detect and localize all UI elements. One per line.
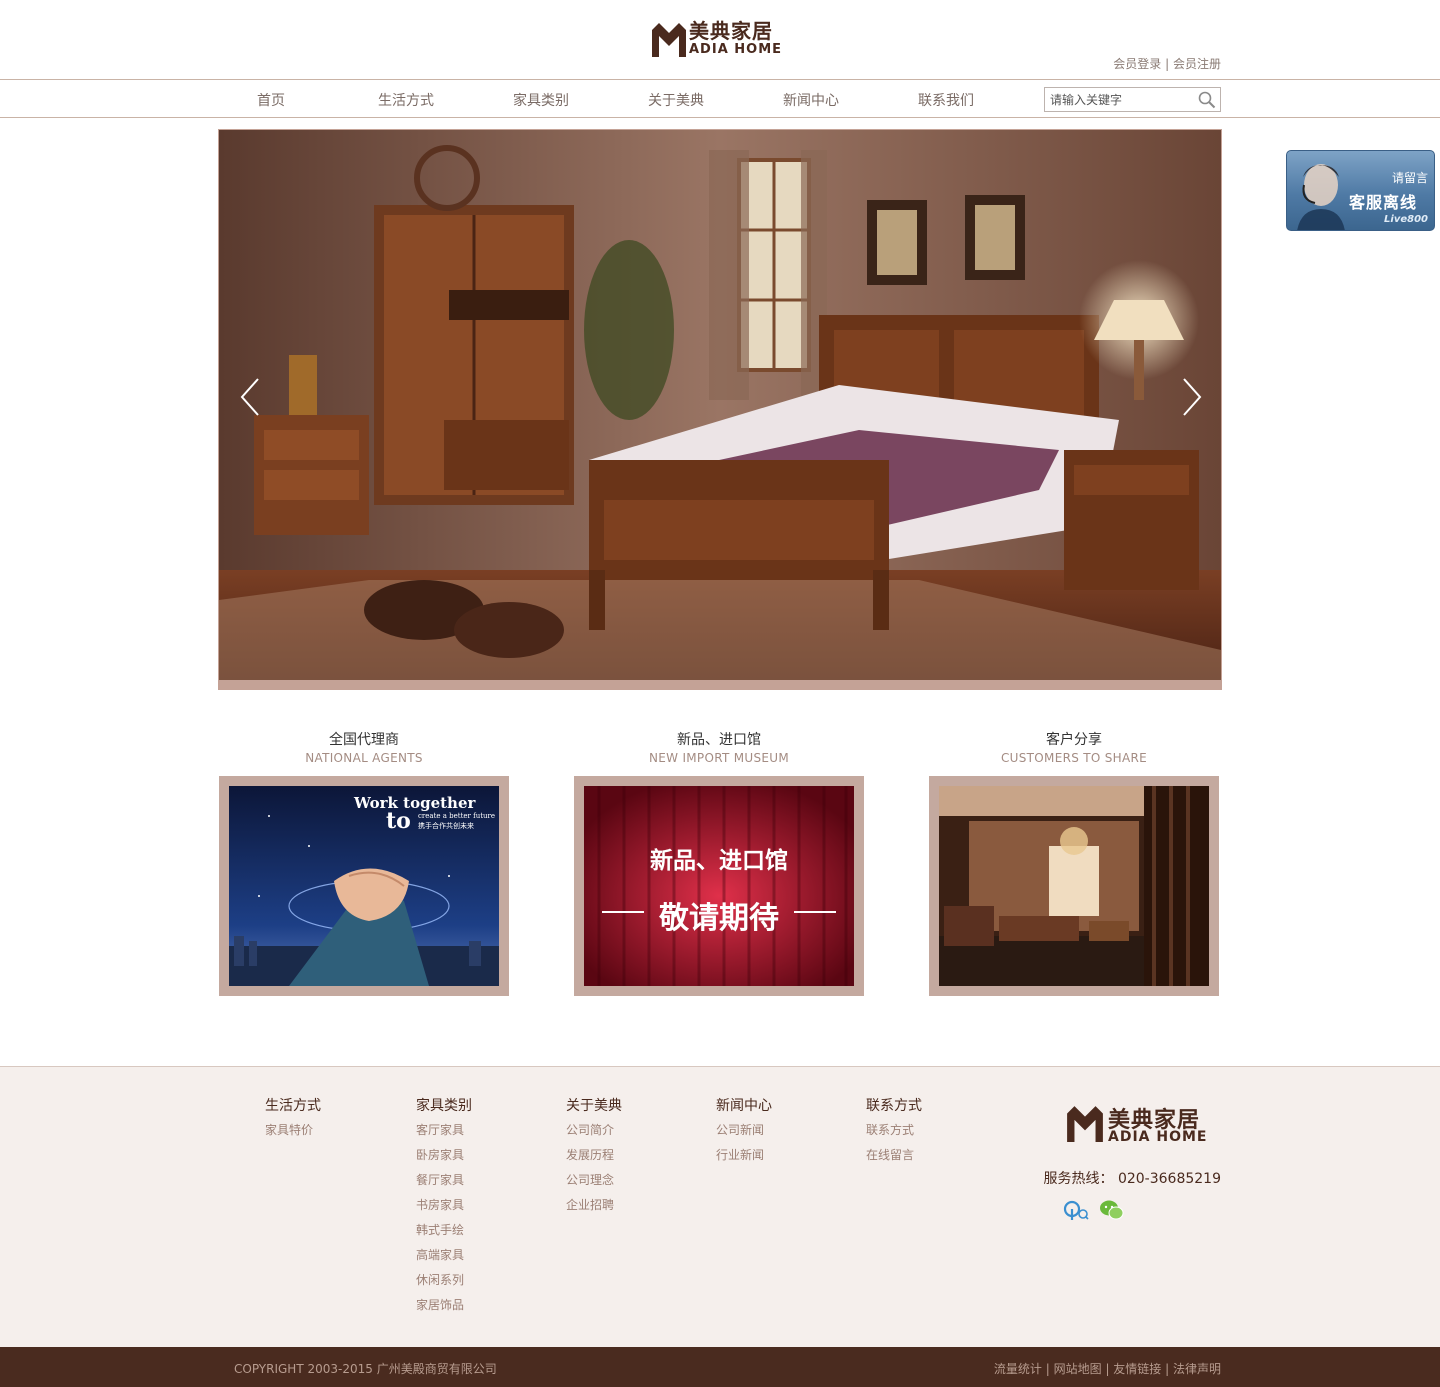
nav-item-home[interactable]: 首页 xyxy=(257,90,285,110)
slider-prev-arrow-icon[interactable] xyxy=(238,377,262,417)
footer-link[interactable]: 发展历程 xyxy=(566,1147,622,1163)
image-caption-stay-tuned: 敬请期待 xyxy=(659,901,779,936)
site-footer: 生活方式 家具特价 家具类别 客厅家具 卧房家具 餐厅家具 书房家具 韩式手绘 … xyxy=(0,1066,1440,1347)
member-register-link[interactable]: 会员注册 xyxy=(1173,57,1221,71)
footer-column-furniture: 家具类别 客厅家具 卧房家具 餐厅家具 书房家具 韩式手绘 高端家具 休闲系列 … xyxy=(416,1097,472,1322)
feature-image-frame[interactable]: Work together to create a better future … xyxy=(219,776,509,996)
footer-link[interactable]: 公司简介 xyxy=(566,1122,622,1138)
footer-column-heading[interactable]: 家具类别 xyxy=(416,1097,472,1115)
member-login-link[interactable]: 会员登录 xyxy=(1113,57,1161,71)
hero-bedroom-image xyxy=(219,130,1221,680)
footer-link[interactable]: 卧房家具 xyxy=(416,1147,472,1163)
footer-link[interactable]: 家具特价 xyxy=(265,1122,321,1138)
nav-item-furniture-categories[interactable]: 家具类别 xyxy=(513,90,569,110)
search-input[interactable] xyxy=(1045,88,1190,111)
bottom-links: 流量统计 | 网站地图 | 友情链接 | 法律声明 xyxy=(994,1360,1221,1377)
live800-brand: Live800 xyxy=(1384,214,1428,225)
feature-subtitle: CUSTOMERS TO SHARE xyxy=(1000,751,1148,765)
feature-new-import-museum: 新品、进口馆 NEW IMPORT MUSEUM 新品、进口馆 敬请期待 xyxy=(574,732,864,996)
logo-m-icon xyxy=(1067,1106,1103,1142)
feature-image-frame[interactable]: 新品、进口馆 敬请期待 xyxy=(574,776,864,996)
search-box xyxy=(1044,87,1221,112)
footer-link[interactable]: 公司新闻 xyxy=(716,1122,772,1138)
site-header: 美典家居 ADIA HOME 会员登录 | 会员注册 xyxy=(0,0,1440,80)
copyright-text: COPYRIGHT 2003-2015 广州美殿商贸有限公司 xyxy=(234,1362,497,1376)
link-separator: | xyxy=(1101,1362,1114,1376)
service-status-label: 客服离线 xyxy=(1349,193,1418,212)
footer-logo[interactable]: 美典家居 ADIA HOME xyxy=(1066,1103,1226,1145)
feature-title: 新品、进口馆 xyxy=(677,732,761,748)
image-caption-work-together: Work together xyxy=(354,794,476,812)
footer-link[interactable]: 在线留言 xyxy=(866,1147,922,1163)
member-links: 会员登录 | 会员注册 xyxy=(1113,55,1221,72)
site-logo[interactable]: 美典家居 ADIA HOME xyxy=(651,20,791,60)
feature-subtitle: NEW IMPORT MUSEUM xyxy=(649,751,789,765)
footer-column-heading[interactable]: 关于美典 xyxy=(566,1097,622,1115)
member-separator: | xyxy=(1161,57,1173,71)
nav-item-news[interactable]: 新闻中心 xyxy=(783,90,839,110)
living-room-image xyxy=(939,786,1209,986)
image-caption-better-future: create a better future xyxy=(418,812,496,820)
search-icon[interactable] xyxy=(1198,91,1216,109)
friend-links-link[interactable]: 友情链接 xyxy=(1113,1362,1161,1376)
traffic-stats-link[interactable]: 流量统计 xyxy=(994,1362,1042,1376)
footer-column-lifestyle: 生活方式 家具特价 xyxy=(265,1097,321,1147)
footer-link[interactable]: 联系方式 xyxy=(866,1122,922,1138)
footer-link[interactable]: 企业招聘 xyxy=(566,1197,622,1213)
feature-title: 客户分享 xyxy=(1046,732,1102,748)
footer-column-heading[interactable]: 新闻中心 xyxy=(716,1097,772,1115)
feature-customers-share: 客户分享 CUSTOMERS TO SHARE xyxy=(929,732,1219,996)
image-caption-new-import: 新品、进口馆 xyxy=(650,848,788,874)
nav-item-about[interactable]: 关于美典 xyxy=(648,90,704,110)
link-separator: | xyxy=(1161,1362,1173,1376)
handshake-image: Work together to create a better future … xyxy=(229,786,499,986)
footer-link[interactable]: 韩式手绘 xyxy=(416,1222,472,1238)
nav-item-lifestyle[interactable]: 生活方式 xyxy=(378,90,434,110)
footer-column-heading[interactable]: 生活方式 xyxy=(265,1097,321,1115)
footer-link[interactable]: 书房家具 xyxy=(416,1197,472,1213)
image-caption-to: to xyxy=(386,808,411,834)
logo-english-text: ADIA HOME xyxy=(689,42,783,57)
curtain-image: 新品、进口馆 敬请期待 xyxy=(584,786,854,986)
footer-link[interactable]: 餐厅家具 xyxy=(416,1172,472,1188)
footer-link[interactable]: 休闲系列 xyxy=(416,1272,472,1288)
footer-link[interactable]: 家居饰品 xyxy=(416,1297,472,1313)
feature-national-agents: 全国代理商 NATIONAL AGENTS Work together to c… xyxy=(219,732,509,996)
slider-next-arrow-icon[interactable] xyxy=(1180,377,1204,417)
footer-link[interactable]: 客厅家具 xyxy=(416,1122,472,1138)
wechat-icon[interactable] xyxy=(1099,1199,1124,1221)
nav-item-contact[interactable]: 联系我们 xyxy=(918,90,974,110)
agent-avatar-icon xyxy=(1291,155,1347,230)
footer-column-contact: 联系方式 联系方式 在线留言 xyxy=(866,1097,922,1172)
logo-m-icon xyxy=(652,23,686,57)
footer-link[interactable]: 行业新闻 xyxy=(716,1147,772,1163)
legal-notice-link[interactable]: 法律声明 xyxy=(1173,1362,1221,1376)
footer-column-about: 关于美典 公司简介 发展历程 公司理念 企业招聘 xyxy=(566,1097,622,1222)
service-hotline: 服务热线： 020-36685219 xyxy=(1043,1171,1221,1187)
feature-subtitle: NATIONAL AGENTS xyxy=(305,751,423,765)
hero-slider xyxy=(218,129,1222,690)
feature-title: 全国代理商 xyxy=(329,732,399,748)
footer-link[interactable]: 公司理念 xyxy=(566,1172,622,1188)
link-separator: | xyxy=(1041,1362,1054,1376)
sitemap-link[interactable]: 网站地图 xyxy=(1054,1362,1102,1376)
leave-message-label: 请留言 xyxy=(1391,171,1428,185)
bottom-bar: COPYRIGHT 2003-2015 广州美殿商贸有限公司 流量统计 | 网站… xyxy=(0,1347,1440,1387)
customer-service-widget[interactable]: 请留言 客服离线 Live800 xyxy=(1286,150,1435,231)
footer-link[interactable]: 高端家具 xyxy=(416,1247,472,1263)
qq-icon[interactable] xyxy=(1063,1199,1089,1221)
image-caption-cn: 携手合作共创未来 xyxy=(418,822,474,830)
footer-column-heading[interactable]: 联系方式 xyxy=(866,1097,922,1115)
main-nav: 首页 生活方式 家具类别 关于美典 新闻中心 联系我们 xyxy=(0,81,1440,118)
logo-chinese-text: 美典家居 xyxy=(689,19,773,43)
footer-column-news: 新闻中心 公司新闻 行业新闻 xyxy=(716,1097,772,1172)
feature-image-frame[interactable] xyxy=(929,776,1219,996)
footer-logo-english: ADIA HOME xyxy=(1108,1129,1208,1145)
